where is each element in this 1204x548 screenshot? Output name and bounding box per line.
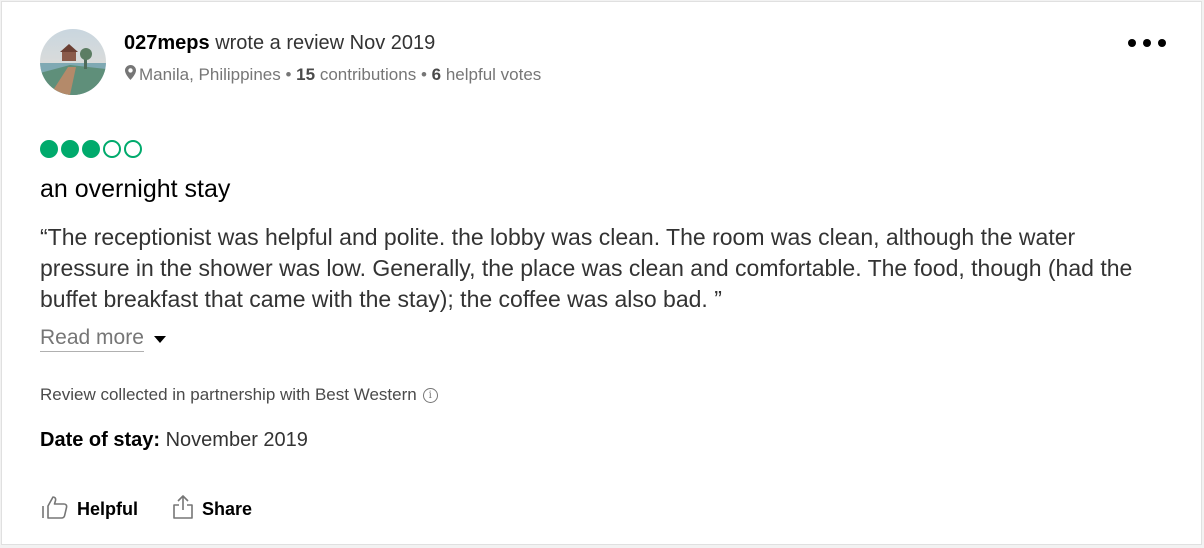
caret-down-icon: [153, 335, 166, 343]
review-body: “The receptionist was helpful and polite…: [40, 224, 1133, 312]
location-pin-icon: [125, 65, 136, 85]
date-of-stay-value: November 2019: [165, 429, 308, 451]
author-line: 027meps wrote a review Nov 2019: [124, 32, 435, 55]
rating-bubble-filled: [40, 140, 58, 158]
rating-bubble-empty: [103, 140, 121, 158]
avatar[interactable]: [40, 29, 106, 95]
contributions-label: contributions: [319, 65, 417, 84]
thumbs-up-icon: [40, 495, 69, 524]
rating-bubble-filled: [82, 140, 100, 158]
author-location: Manila, Philippines: [139, 65, 281, 84]
contributions-count: 15: [296, 65, 316, 84]
review-title[interactable]: an overnight stay: [40, 175, 230, 204]
meta-separator: •: [285, 65, 292, 84]
date-of-stay-label: Date of stay:: [40, 429, 161, 451]
partnership-note: Review collected in partnership with Bes…: [40, 385, 438, 405]
helpful-votes-label: helpful votes: [445, 65, 542, 84]
partnership-text: Review collected in partnership with Bes…: [40, 385, 417, 404]
read-more-button[interactable]: Read more: [40, 326, 166, 352]
review-actions: Helpful Share: [40, 495, 252, 524]
share-icon: [172, 495, 194, 524]
review-action-text: wrote a review Nov 2019: [215, 32, 436, 54]
author-meta: Manila, Philippines • 15 contributions •…: [125, 65, 541, 85]
author-name[interactable]: 027meps: [124, 32, 210, 54]
info-icon[interactable]: i: [422, 387, 438, 403]
read-more-label: Read more: [40, 326, 144, 352]
share-button[interactable]: Share: [172, 495, 252, 524]
meta-separator: •: [420, 65, 427, 84]
rating-bubble-empty: [124, 140, 142, 158]
helpful-label: Helpful: [77, 499, 138, 519]
share-label: Share: [202, 499, 253, 519]
date-of-stay: Date of stay: November 2019: [40, 429, 308, 452]
helpful-votes-count: 6: [431, 65, 442, 84]
more-options-icon[interactable]: [1128, 32, 1166, 54]
helpful-button[interactable]: Helpful: [40, 495, 138, 524]
review-card: 027meps wrote a review Nov 2019 Manila, …: [1, 1, 1202, 545]
rating-bubbles: [40, 140, 142, 158]
rating-bubble-filled: [61, 140, 79, 158]
